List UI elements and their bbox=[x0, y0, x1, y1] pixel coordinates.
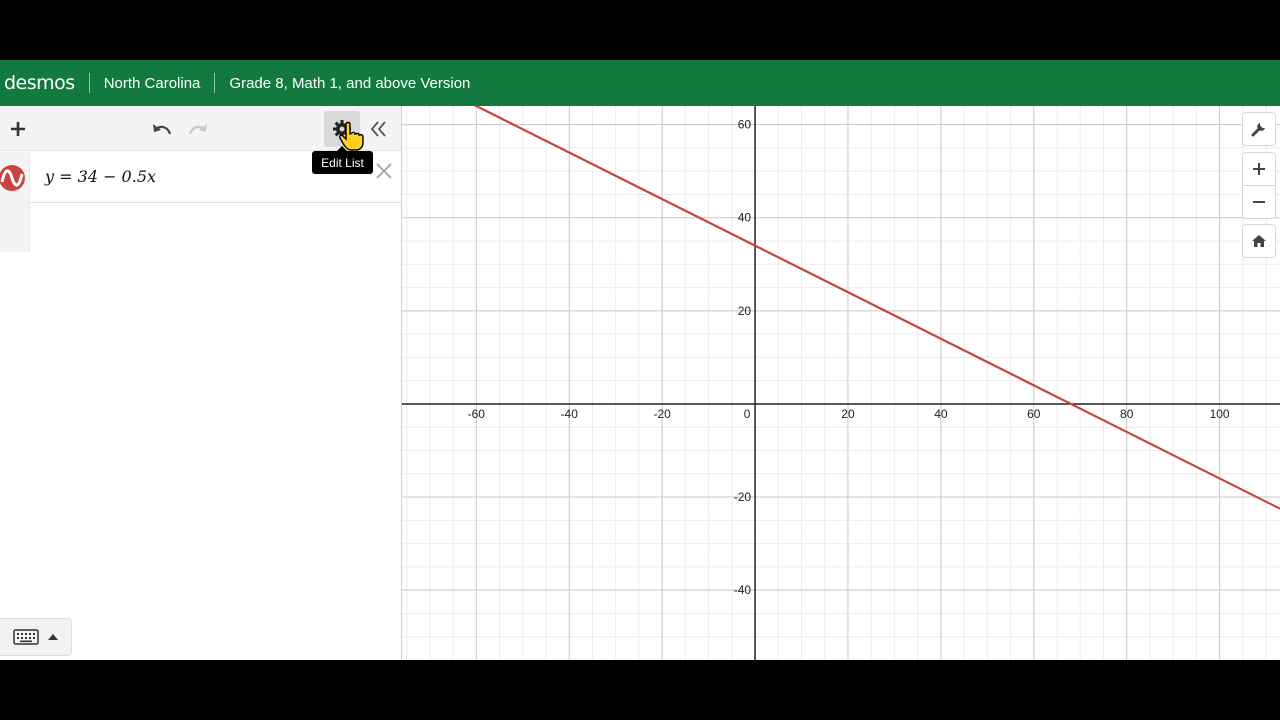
y-tick-label: -40 bbox=[734, 583, 752, 597]
letterbox-bottom bbox=[0, 660, 1280, 720]
x-tick-label: -20 bbox=[653, 407, 671, 421]
x-tick-label: 80 bbox=[1120, 407, 1134, 421]
redo-icon bbox=[188, 124, 207, 135]
x-tick-label: 0 bbox=[744, 407, 751, 421]
undo-button[interactable] bbox=[146, 113, 178, 145]
graph-settings-button[interactable] bbox=[1242, 112, 1276, 146]
expression-input[interactable]: y = 34 − 0.5x bbox=[45, 167, 156, 186]
axes bbox=[402, 106, 1280, 660]
graph-canvas[interactable]: -60 -40 -20 0 20 40 60 80 100 60 40 20 -20 -40 bbox=[402, 106, 1280, 660]
minor-grid bbox=[402, 106, 1280, 660]
y-tick-label: 20 bbox=[738, 304, 752, 318]
header-version: Grade 8, Math 1, and above Version bbox=[229, 74, 471, 92]
app-header: desmos North Carolina Grade 8, Math 1, a… bbox=[0, 60, 1280, 106]
expression-toolbar bbox=[0, 106, 401, 151]
x-tick-label: -60 bbox=[468, 407, 486, 421]
desmos-logo[interactable]: desmos bbox=[0, 72, 89, 94]
plus-icon bbox=[11, 122, 25, 136]
wrench-icon bbox=[1251, 123, 1265, 137]
x-tick-label: 40 bbox=[934, 407, 948, 421]
x-tick-label: 100 bbox=[1210, 407, 1230, 421]
header-region: North Carolina bbox=[103, 74, 201, 92]
zoom-in-icon bbox=[1253, 163, 1265, 175]
edit-list-tooltip: Edit List bbox=[312, 146, 373, 174]
x-tick-label: 60 bbox=[1027, 407, 1041, 421]
redo-button[interactable] bbox=[182, 113, 214, 145]
x-tick-label: 20 bbox=[841, 407, 855, 421]
add-expression-button[interactable] bbox=[2, 113, 34, 145]
delete-expression-button[interactable] bbox=[375, 160, 393, 186]
curves bbox=[473, 106, 1280, 510]
zoom-out-icon bbox=[1253, 201, 1265, 203]
graph-line bbox=[473, 106, 1280, 510]
double-chevron-left-icon bbox=[370, 121, 386, 137]
keyboard-icon bbox=[12, 629, 39, 645]
caret-up-icon bbox=[47, 634, 58, 640]
hand-cursor-icon bbox=[339, 121, 364, 151]
y-tick-label: -20 bbox=[734, 490, 752, 504]
y-tick-label: 40 bbox=[738, 211, 752, 225]
close-icon bbox=[376, 163, 392, 179]
letterbox-top bbox=[0, 0, 1280, 60]
expression-panel: Edit List y = 34 − 0.5x bbox=[0, 106, 402, 660]
collapse-panel-button[interactable] bbox=[362, 113, 394, 145]
undo-icon bbox=[153, 124, 172, 135]
expression-color-icon[interactable] bbox=[0, 164, 26, 192]
default-viewport-button[interactable] bbox=[1242, 224, 1276, 258]
zoom-in-button[interactable] bbox=[1242, 152, 1276, 186]
graph-paper[interactable]: -60 -40 -20 0 20 40 60 80 100 60 40 20 -20 -40 bbox=[402, 106, 1280, 660]
zoom-out-button[interactable] bbox=[1242, 185, 1276, 219]
y-tick-label: 60 bbox=[738, 118, 752, 132]
major-grid bbox=[402, 106, 1280, 660]
keyboard-toggle-button[interactable] bbox=[0, 618, 72, 656]
x-tick-label: -40 bbox=[561, 407, 579, 421]
home-icon bbox=[1252, 235, 1266, 247]
